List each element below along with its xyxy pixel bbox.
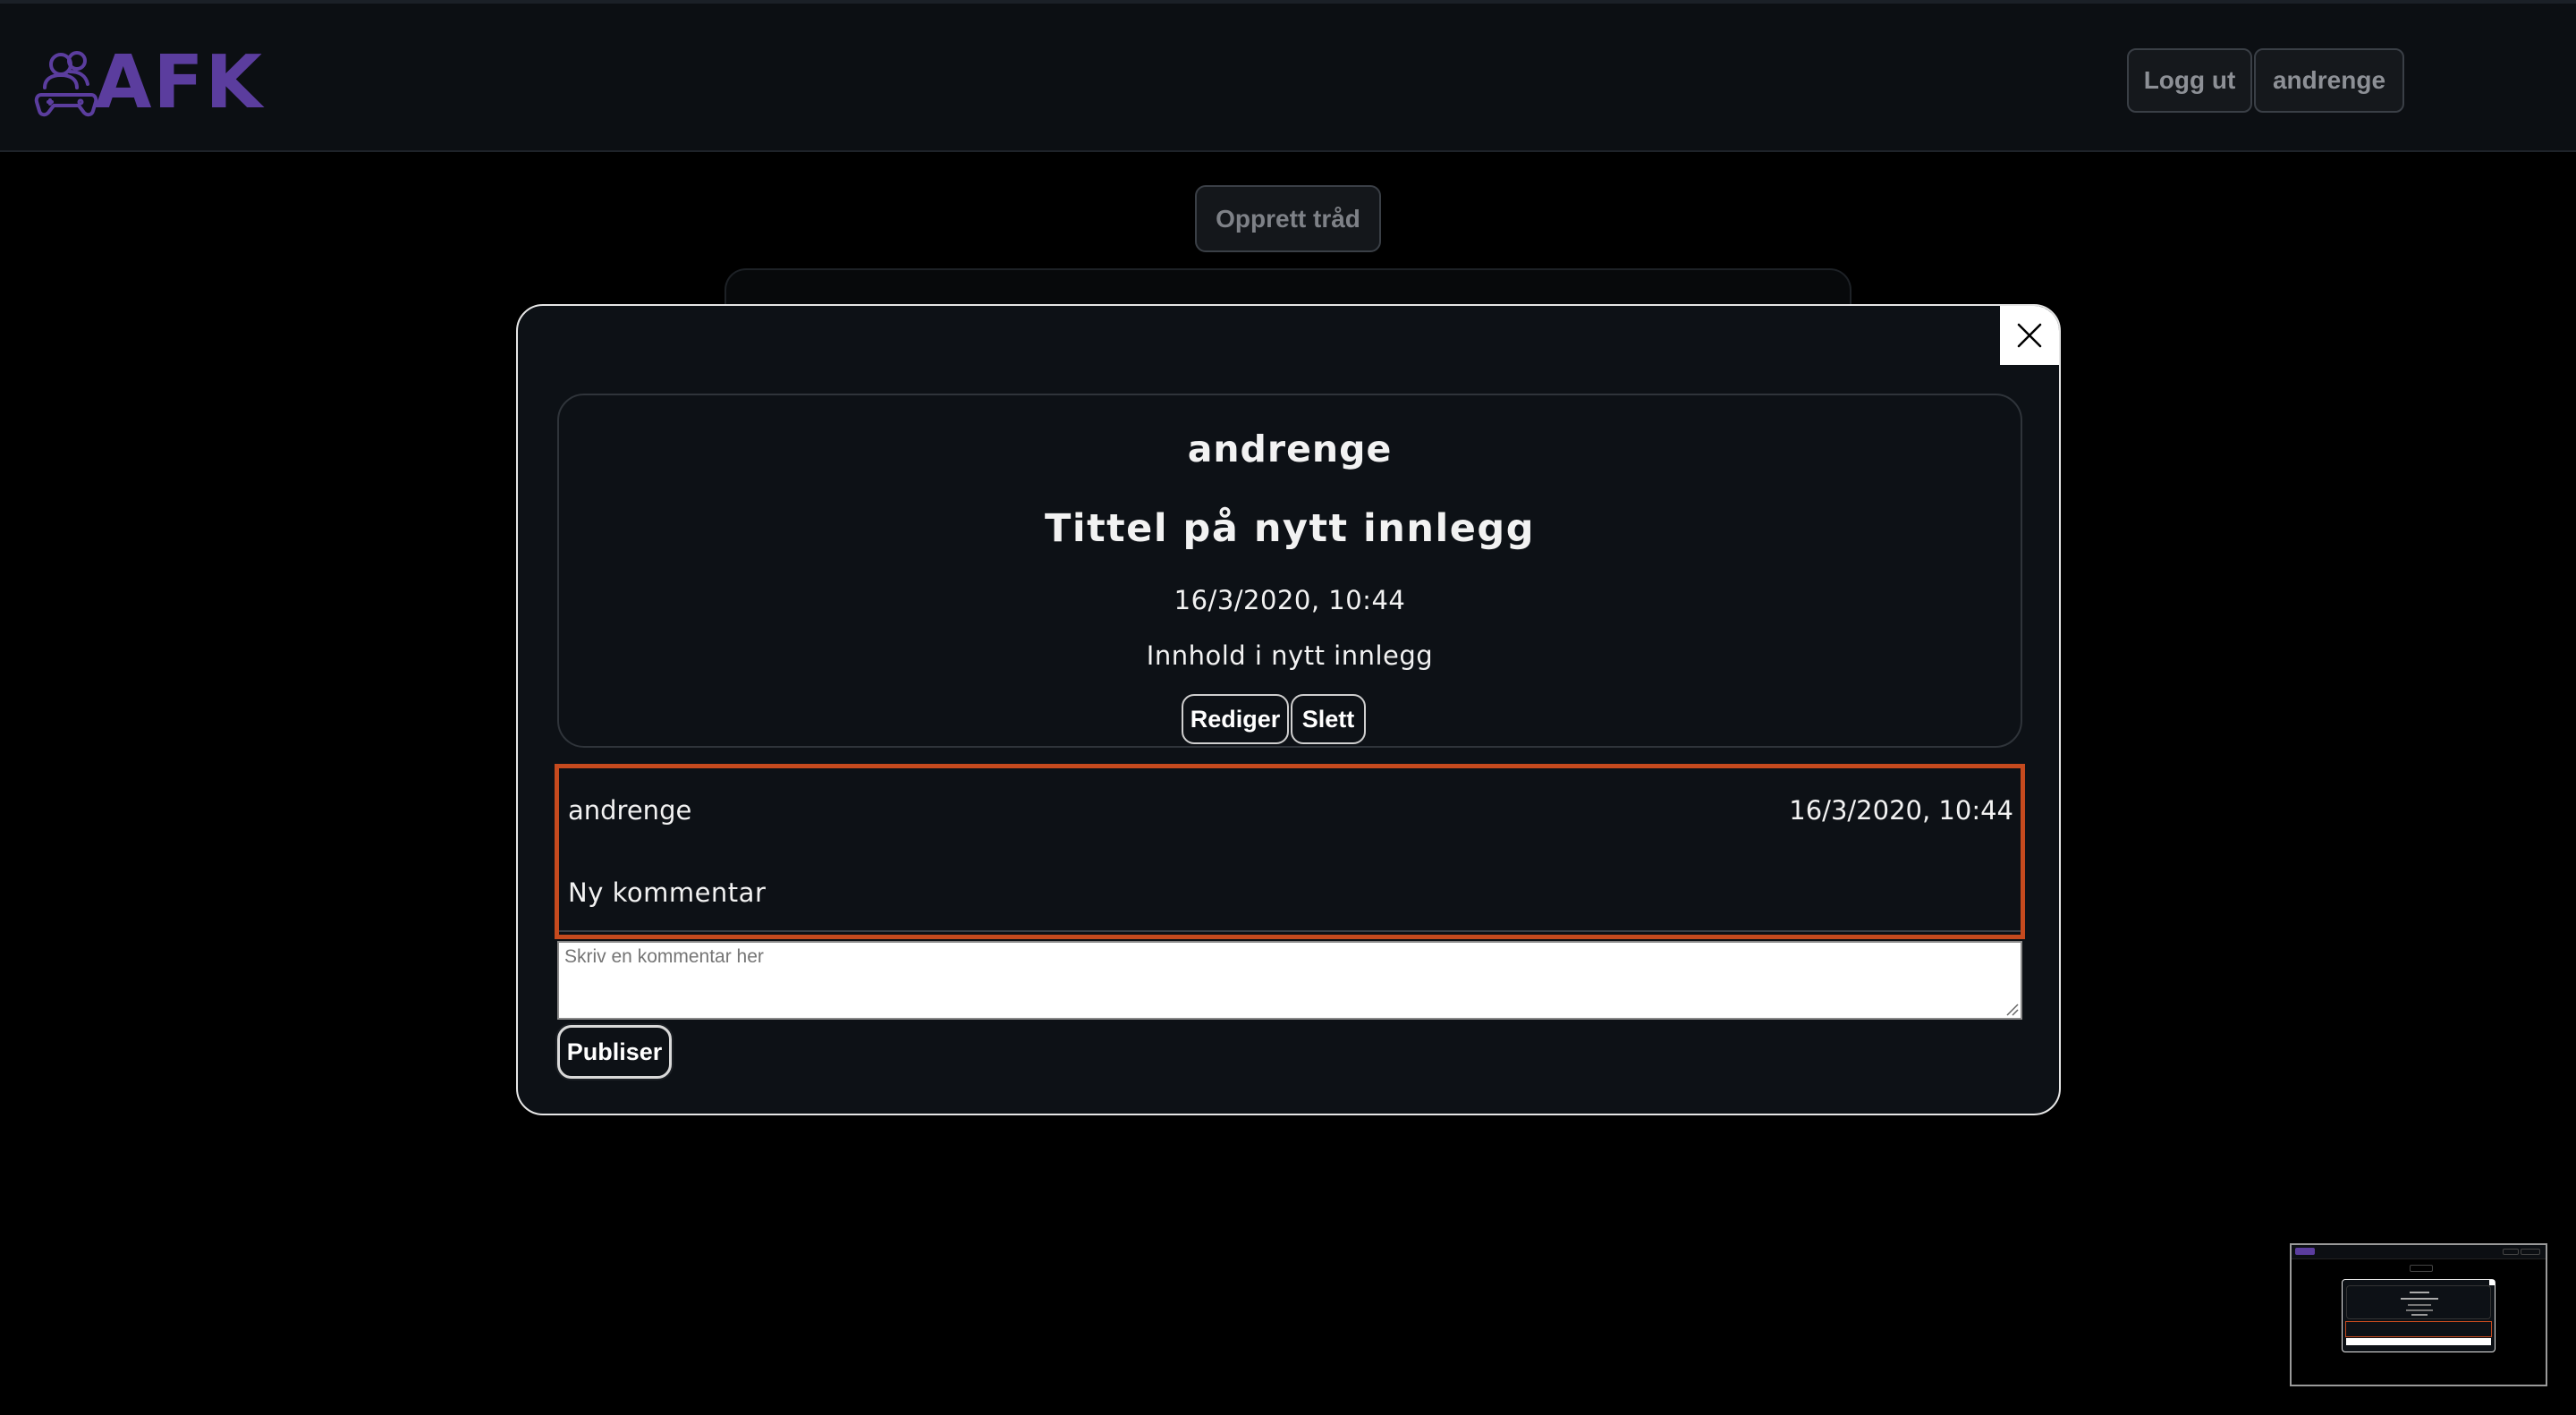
comment-divider: [559, 930, 2021, 932]
comment-author: andrenge: [568, 795, 692, 826]
minimap-create-thread: [2410, 1265, 2433, 1272]
logout-button[interactable]: Logg ut: [2127, 48, 2252, 113]
resize-grip-icon[interactable]: [2003, 1000, 2019, 1016]
post-content: Innhold i nytt innlegg: [1146, 640, 1434, 671]
publish-button[interactable]: Publiser: [557, 1025, 672, 1079]
minimap-line: [2401, 1298, 2438, 1300]
comment-item: andrenge 16/3/2020, 10:44 Ny kommentar: [555, 764, 2025, 939]
minimap-line: [2411, 1314, 2428, 1316]
gamer-logo-icon: [34, 51, 98, 117]
close-button[interactable]: [2000, 306, 2059, 365]
comment-input[interactable]: [557, 941, 2022, 1020]
minimap-comment: [2345, 1321, 2492, 1337]
minimap-line: [2410, 1292, 2429, 1293]
post-author: andrenge: [1187, 428, 1393, 470]
top-header: AFK Logg ut andrenge: [0, 0, 2576, 152]
minimap-logo: [2295, 1248, 2315, 1255]
minimap-modal: [2342, 1279, 2496, 1352]
page: AFK Logg ut andrenge Opprett tråd andren…: [0, 0, 2576, 1415]
logo[interactable]: AFK: [34, 40, 265, 125]
minimap-logout: [2503, 1249, 2519, 1255]
close-icon: [2017, 323, 2042, 348]
minimap-user: [2521, 1249, 2540, 1255]
create-thread-button[interactable]: Opprett tråd: [1195, 185, 1381, 252]
minimap-line: [2406, 1309, 2433, 1311]
minimap-line: [2408, 1304, 2431, 1306]
post-title: Tittel på nytt innlegg: [1045, 506, 1535, 551]
minimap-input: [2346, 1338, 2491, 1345]
page-minimap[interactable]: [2290, 1243, 2547, 1386]
minimap-post-card: [2346, 1285, 2491, 1319]
minimap-close: [2489, 1280, 2495, 1285]
edit-post-button[interactable]: Rediger: [1182, 694, 1289, 744]
post-card: andrenge Tittel på nytt innlegg 16/3/202…: [557, 394, 2022, 748]
delete-post-button[interactable]: Slett: [1291, 694, 1366, 744]
profile-button[interactable]: andrenge: [2254, 48, 2404, 113]
thread-modal: andrenge Tittel på nytt innlegg 16/3/202…: [516, 304, 2061, 1115]
comment-text: Ny kommentar: [568, 877, 767, 908]
comment-date: 16/3/2020, 10:44: [1789, 795, 2013, 826]
minimap-header: [2292, 1245, 2546, 1259]
logo-text: AFK: [95, 40, 265, 125]
post-actions: Rediger Slett: [559, 694, 2021, 744]
post-date: 16/3/2020, 10:44: [1174, 585, 1406, 615]
